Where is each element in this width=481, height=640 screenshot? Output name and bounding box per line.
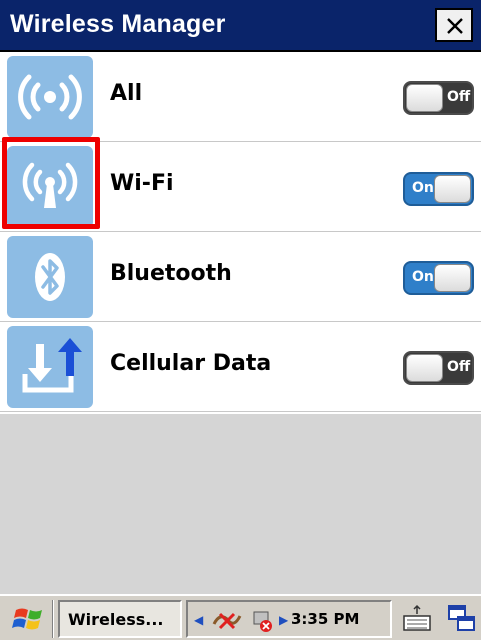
row-label: All xyxy=(110,81,143,106)
toggle-knob xyxy=(406,84,443,112)
clock[interactable]: 3:35 PM xyxy=(291,610,359,628)
keyboard-button[interactable] xyxy=(400,602,434,636)
wifi-toggle[interactable]: On xyxy=(403,172,474,206)
row-label: Bluetooth xyxy=(110,261,232,286)
toggle-knob xyxy=(434,264,471,292)
row-bluetooth[interactable]: Bluetooth On xyxy=(0,232,481,322)
network-disconnected-icon[interactable] xyxy=(210,608,244,634)
bluetooth-toggle[interactable]: On xyxy=(403,261,474,295)
taskbar: Wireless... ◀ ▶ 3:35 PM xyxy=(0,594,481,640)
wifi-highlight-box xyxy=(2,137,100,229)
cellular-data-toggle[interactable]: Off xyxy=(403,351,474,385)
empty-area xyxy=(0,414,481,594)
keyboard-icon xyxy=(403,604,431,631)
bluetooth-icon xyxy=(7,236,93,318)
task-label: Wireless... xyxy=(68,610,164,629)
taskbar-separator xyxy=(52,600,54,638)
windows-flag-icon xyxy=(12,608,42,630)
close-button[interactable] xyxy=(435,8,473,42)
cellular-data-icon xyxy=(7,326,93,408)
tray-left-arrow-icon[interactable]: ◀ xyxy=(194,613,203,627)
all-toggle[interactable]: Off xyxy=(403,81,474,115)
row-label: Cellular Data xyxy=(110,351,272,376)
tray-right-arrow-icon[interactable]: ▶ xyxy=(279,613,288,627)
task-wireless-button[interactable]: Wireless... xyxy=(58,600,182,638)
toggle-state: On xyxy=(412,180,434,196)
close-icon xyxy=(447,18,463,34)
wireless-list: All Off Wi-Fi On Bluetooth On Cellular D… xyxy=(0,52,481,414)
title-bar: Wireless Manager xyxy=(0,0,481,52)
switch-windows-icon xyxy=(448,605,475,631)
row-label: Wi-Fi xyxy=(110,171,174,196)
start-button[interactable] xyxy=(8,604,48,634)
switch-windows-button[interactable] xyxy=(446,602,478,636)
row-all[interactable]: All Off xyxy=(0,52,481,142)
volume-muted-icon[interactable] xyxy=(250,608,278,634)
toggle-knob xyxy=(434,175,471,203)
toggle-knob xyxy=(406,354,443,382)
toggle-state: Off xyxy=(447,359,471,375)
row-cellular-data[interactable]: Cellular Data Off xyxy=(0,322,481,412)
broadcast-icon xyxy=(7,56,93,138)
system-tray: ◀ ▶ 3:35 PM xyxy=(186,600,392,638)
window-title: Wireless Manager xyxy=(10,10,226,38)
toggle-state: Off xyxy=(447,89,471,105)
toggle-state: On xyxy=(412,269,434,285)
